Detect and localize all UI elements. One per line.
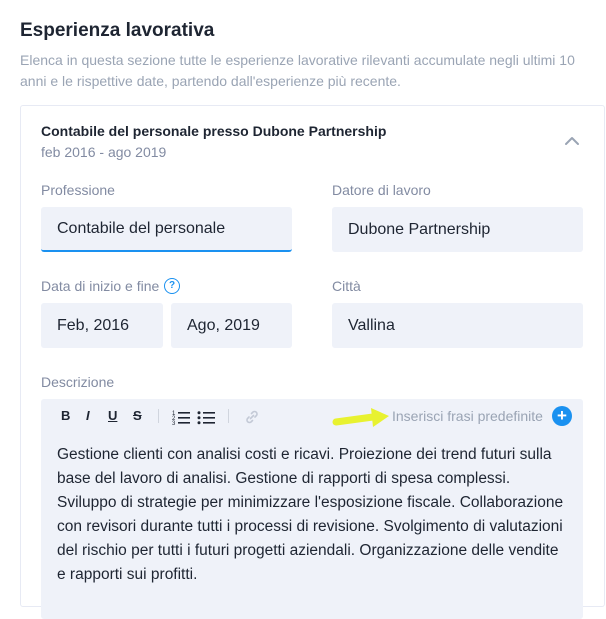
- toolbar-divider: [158, 409, 159, 423]
- section-description: Elenca in questa sezione tutte le esperi…: [20, 52, 575, 89]
- profession-label: Professione: [41, 182, 115, 198]
- employer-input[interactable]: Dubone Partnership: [332, 207, 583, 252]
- help-icon[interactable]: ?: [164, 278, 180, 294]
- link-icon[interactable]: [244, 408, 260, 426]
- add-phrase-button[interactable]: +: [552, 406, 572, 426]
- insert-predefined-phrases-link[interactable]: Inserisci frasi predefinite: [392, 408, 543, 424]
- description-label: Descrizione: [41, 374, 115, 390]
- numbered-list-icon[interactable]: 1 2 3: [172, 408, 190, 426]
- chevron-up-icon[interactable]: [564, 135, 580, 147]
- profession-input[interactable]: Contabile del personale: [41, 207, 292, 252]
- city-input[interactable]: Vallina: [332, 303, 583, 348]
- annotation-arrow-icon: [332, 408, 389, 427]
- strikethrough-button[interactable]: S: [133, 407, 142, 425]
- entry-title[interactable]: Contabile del personale presso Dubone Pa…: [41, 123, 386, 139]
- toolbar-divider: [228, 409, 229, 423]
- svg-text:3: 3: [172, 421, 176, 426]
- description-editor[interactable]: B I U S 1 2 3 Inserisci frasi predefinit…: [41, 399, 583, 619]
- dates-label: Data di inizio e fine: [41, 278, 160, 294]
- start-date-input[interactable]: Feb, 2016: [41, 303, 163, 348]
- description-text[interactable]: Gestione clienti con analisi costi e ric…: [57, 443, 567, 587]
- city-label: Città: [332, 278, 361, 294]
- bold-button[interactable]: B: [61, 407, 70, 425]
- bullet-list-icon[interactable]: [197, 408, 215, 426]
- entry-dates: feb 2016 - ago 2019: [41, 144, 167, 160]
- italic-button[interactable]: I: [86, 407, 90, 425]
- underline-button[interactable]: U: [108, 407, 117, 425]
- employer-label: Datore di lavoro: [332, 182, 431, 198]
- section-title: Esperienza lavorativa: [20, 20, 215, 41]
- end-date-input[interactable]: Ago, 2019: [171, 303, 292, 348]
- experience-card: Contabile del personale presso Dubone Pa…: [20, 105, 605, 619]
